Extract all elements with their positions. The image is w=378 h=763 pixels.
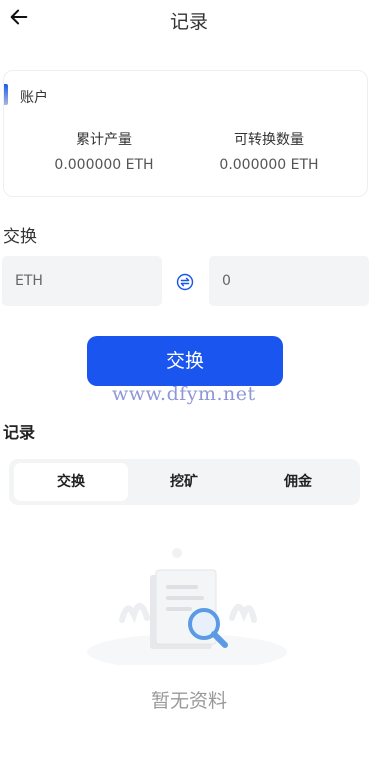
tab-exchange[interactable]: 交换 (14, 463, 128, 501)
tab-mining[interactable]: 挖矿 (127, 463, 241, 501)
empty-state-text: 暂无资料 (150, 690, 227, 712)
stat-total-output: 累计产量 0.000000 ETH (29, 129, 179, 173)
records-section-label: 记录 (3, 423, 36, 442)
document-search-icon (87, 548, 287, 665)
card-title: 账户 (20, 90, 48, 106)
to-amount-field[interactable]: 0 (209, 256, 369, 306)
exchange-button[interactable]: 交换 (87, 336, 283, 386)
stat-value: 0.000000 ETH (219, 157, 319, 173)
from-currency-field[interactable]: ETH (2, 256, 162, 306)
watermark-text: www.dfym.net (112, 383, 256, 405)
records-tab-bar: 交换 挖矿 佣金 (9, 459, 360, 505)
stat-convertible-amount: 可转换数量 0.000000 ETH (194, 129, 344, 173)
stat-value: 0.000000 ETH (54, 157, 154, 173)
stat-label: 可转换数量 (234, 132, 304, 148)
account-card: 账户 累计产量 0.000000 ETH 可转换数量 0.000000 ETH (3, 70, 368, 197)
card-accent-bar (4, 84, 8, 105)
swap-icon[interactable] (176, 273, 194, 291)
stat-label: 累计产量 (76, 132, 132, 148)
exchange-section-label: 交换 (3, 227, 37, 247)
page-title: 记录 (169, 11, 208, 33)
tab-commission[interactable]: 佣金 (241, 463, 355, 501)
header-bar: 记录 (0, 0, 378, 40)
